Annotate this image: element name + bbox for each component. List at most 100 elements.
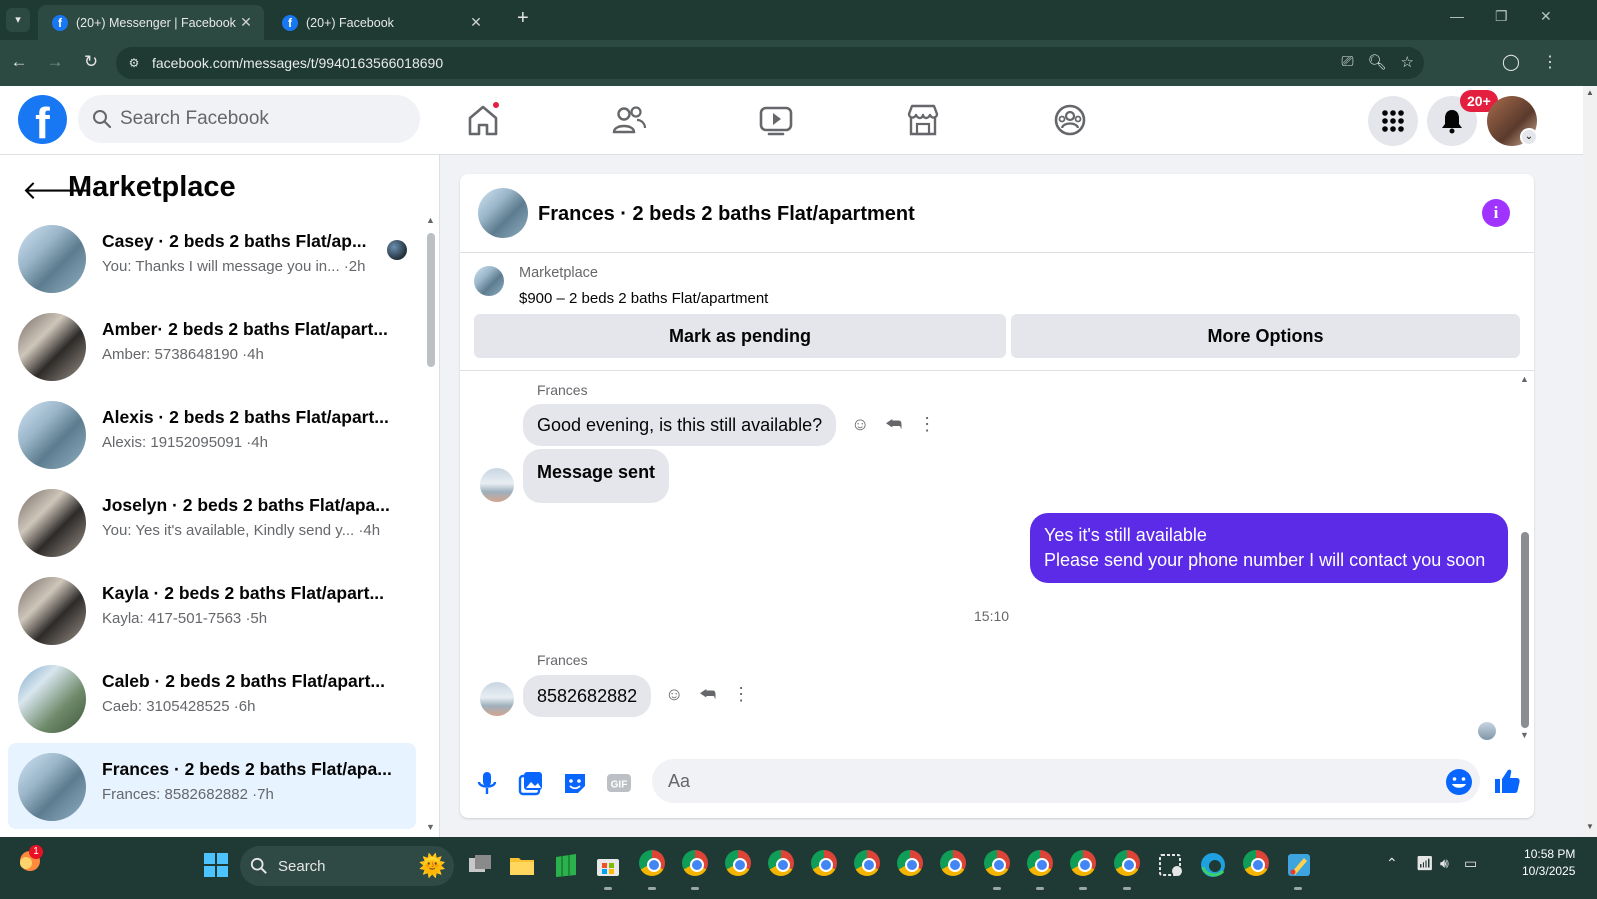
wifi-icon[interactable]: 📶︎ (1416, 855, 1434, 872)
microphone-icon[interactable] (472, 768, 502, 798)
chrome-profile-icon[interactable] (940, 850, 966, 876)
chrome-profile-icon[interactable] (1027, 850, 1053, 876)
mark-as-pending-button[interactable]: Mark as pending (474, 314, 1006, 358)
omnibox[interactable]: ⚙ facebook.com/messages/t/99401635660186… (116, 47, 1424, 79)
bookmark-star-icon[interactable]: ☆ (1401, 53, 1414, 71)
chat-scrollbar[interactable]: ▲ ▼ (1519, 374, 1531, 744)
chevron-down-icon[interactable]: ⌄ (1520, 128, 1538, 146)
battery-icon[interactable]: ▭ (1464, 855, 1477, 872)
reply-icon[interactable]: ⮪ (699, 684, 716, 705)
conversation-item-casey[interactable]: Casey · 2 beds 2 baths Flat/ap... You: T… (8, 215, 416, 301)
info-icon[interactable]: i (1482, 199, 1510, 227)
incoming-message-sent-notice[interactable]: Message sent (523, 449, 670, 503)
minimize-icon[interactable]: — (1450, 8, 1464, 24)
chrome-profile-icon[interactable] (811, 850, 837, 876)
windows-start-icon[interactable] (202, 851, 230, 879)
chrome-profile-icon[interactable] (854, 850, 880, 876)
outgoing-message[interactable]: Yes it's still available Please send you… (1030, 513, 1508, 583)
sticker-icon[interactable] (560, 768, 590, 798)
site-settings-icon[interactable]: ⚙ (124, 56, 144, 70)
running-indicator (604, 887, 612, 890)
conversation-item-alexis[interactable]: Alexis · 2 beds 2 baths Flat/apart... Al… (8, 391, 416, 477)
marketplace-listing-thumbnail[interactable] (474, 266, 504, 296)
chat-title[interactable]: Frances · 2 beds 2 baths Flat/apartment (538, 203, 915, 226)
restore-icon[interactable]: ❐ (1495, 8, 1508, 25)
zoom-icon[interactable]: 🔍︎ (1368, 53, 1387, 71)
message-input[interactable] (652, 759, 1480, 803)
listing-price-title[interactable]: $900 – 2 beds 2 baths Flat/apartment (519, 290, 768, 307)
gif-icon[interactable]: GIF (604, 768, 634, 798)
menu-grid-button[interactable] (1368, 96, 1418, 146)
system-clock[interactable]: 10:58 PM 10/3/2025 (1522, 846, 1575, 880)
edge-icon[interactable] (1199, 851, 1227, 879)
chrome-profile-icon[interactable] (1114, 850, 1140, 876)
conversation-item-caleb[interactable]: Caleb · 2 beds 2 baths Flat/apart... Cae… (8, 655, 416, 741)
friends-icon[interactable] (609, 100, 649, 140)
show-hidden-icons[interactable]: ⌃ (1386, 855, 1398, 872)
chrome-icon[interactable] (1243, 850, 1269, 876)
like-thumb-icon[interactable] (1492, 766, 1522, 796)
url-text: facebook.com/messages/t/9940163566018690 (152, 55, 444, 71)
new-tab-button[interactable]: + (517, 7, 529, 30)
scrollbar-thumb[interactable] (427, 233, 435, 367)
install-app-icon[interactable]: ⎚ (1341, 53, 1353, 71)
facebook-logo-icon[interactable]: f (18, 95, 67, 144)
sender-avatar[interactable] (480, 468, 514, 502)
reload-icon[interactable]: ↻ (80, 52, 102, 72)
react-emoji-icon[interactable]: ☺ (665, 684, 683, 705)
conversation-name: Casey · 2 beds 2 baths Flat/ap... (102, 231, 367, 251)
back-icon[interactable]: ← (8, 52, 30, 72)
chrome-profile-icon[interactable] (897, 850, 923, 876)
more-options-button[interactable]: More Options (1011, 314, 1520, 358)
scrollbar-thumb[interactable] (1521, 532, 1529, 728)
sender-avatar[interactable] (480, 682, 514, 716)
page-scrollbar[interactable]: ▲ ▼ (1583, 86, 1597, 837)
close-tab-icon[interactable]: ✕ (468, 14, 484, 31)
close-tab-icon[interactable]: ✕ (238, 14, 254, 31)
video-icon[interactable] (756, 100, 796, 140)
conversation-item-frances[interactable]: Frances · 2 beds 2 baths Flat/apa... Fra… (8, 743, 416, 829)
message-timestamp: 15:10 (974, 608, 1010, 624)
taskbar-search[interactable]: Search 🌞 (240, 846, 454, 886)
search-input[interactable] (120, 108, 400, 130)
app-green-icon[interactable] (552, 851, 580, 879)
facebook-search-box[interactable] (78, 95, 420, 143)
chrome-profile-icon[interactable] (984, 850, 1010, 876)
chrome-profile-icon[interactable] (639, 850, 665, 876)
chrome-profile-icon[interactable] (725, 850, 751, 876)
react-emoji-icon[interactable]: ☺ (851, 414, 869, 435)
close-window-icon[interactable]: ✕ (1540, 8, 1552, 25)
conversation-list-scrollbar[interactable]: ▲ ▼ (425, 215, 437, 832)
chrome-profile-icon[interactable] (682, 850, 708, 876)
task-view-icon[interactable] (466, 851, 494, 879)
microsoft-store-icon[interactable] (594, 851, 622, 879)
marketplace-icon[interactable] (903, 100, 943, 140)
photo-icon[interactable] (516, 768, 546, 798)
chat-listing-thumbnail[interactable] (478, 188, 528, 238)
browser-tab-messenger[interactable]: f (20+) Messenger | Facebook ✕ (38, 5, 264, 40)
file-explorer-icon[interactable] (508, 851, 536, 879)
emoji-icon[interactable] (1444, 767, 1474, 797)
paint-app-icon[interactable] (1285, 851, 1313, 879)
incoming-message[interactable]: 8582682882 (523, 675, 652, 717)
outgoing-message-line: Yes it's still available (1044, 525, 1207, 545)
incoming-message[interactable]: Good evening, is this still available? (523, 404, 837, 446)
outgoing-message-line: Please send your phone number I will con… (1044, 550, 1486, 570)
snipping-tool-icon[interactable] (1157, 851, 1185, 879)
browser-menu-icon[interactable]: ⋮ (1542, 52, 1558, 72)
tab-list-button[interactable]: ▾ (6, 8, 30, 32)
conversation-item-kayla[interactable]: Kayla · 2 beds 2 baths Flat/apart... Kay… (8, 567, 416, 653)
forward-icon[interactable]: → (44, 52, 66, 72)
more-actions-icon[interactable]: ⋮ (732, 684, 750, 705)
chrome-profile-icon[interactable] (768, 850, 794, 876)
conversation-item-joselyn[interactable]: Joselyn · 2 beds 2 baths Flat/apa... You… (8, 479, 416, 565)
chrome-profile-icon[interactable] (1070, 850, 1096, 876)
more-actions-icon[interactable]: ⋮ (918, 414, 936, 435)
volume-icon[interactable]: 🔊︎ (1440, 855, 1449, 872)
browser-tab-facebook[interactable]: f (20+) Facebook ✕ (268, 5, 494, 40)
profile-icon[interactable]: ◯ (1502, 52, 1520, 72)
groups-icon[interactable] (1050, 100, 1090, 140)
reply-icon[interactable]: ⮪ (885, 414, 902, 435)
conversation-item-amber[interactable]: Amber· 2 beds 2 baths Flat/apart... Ambe… (8, 303, 416, 389)
divider (460, 370, 1534, 371)
